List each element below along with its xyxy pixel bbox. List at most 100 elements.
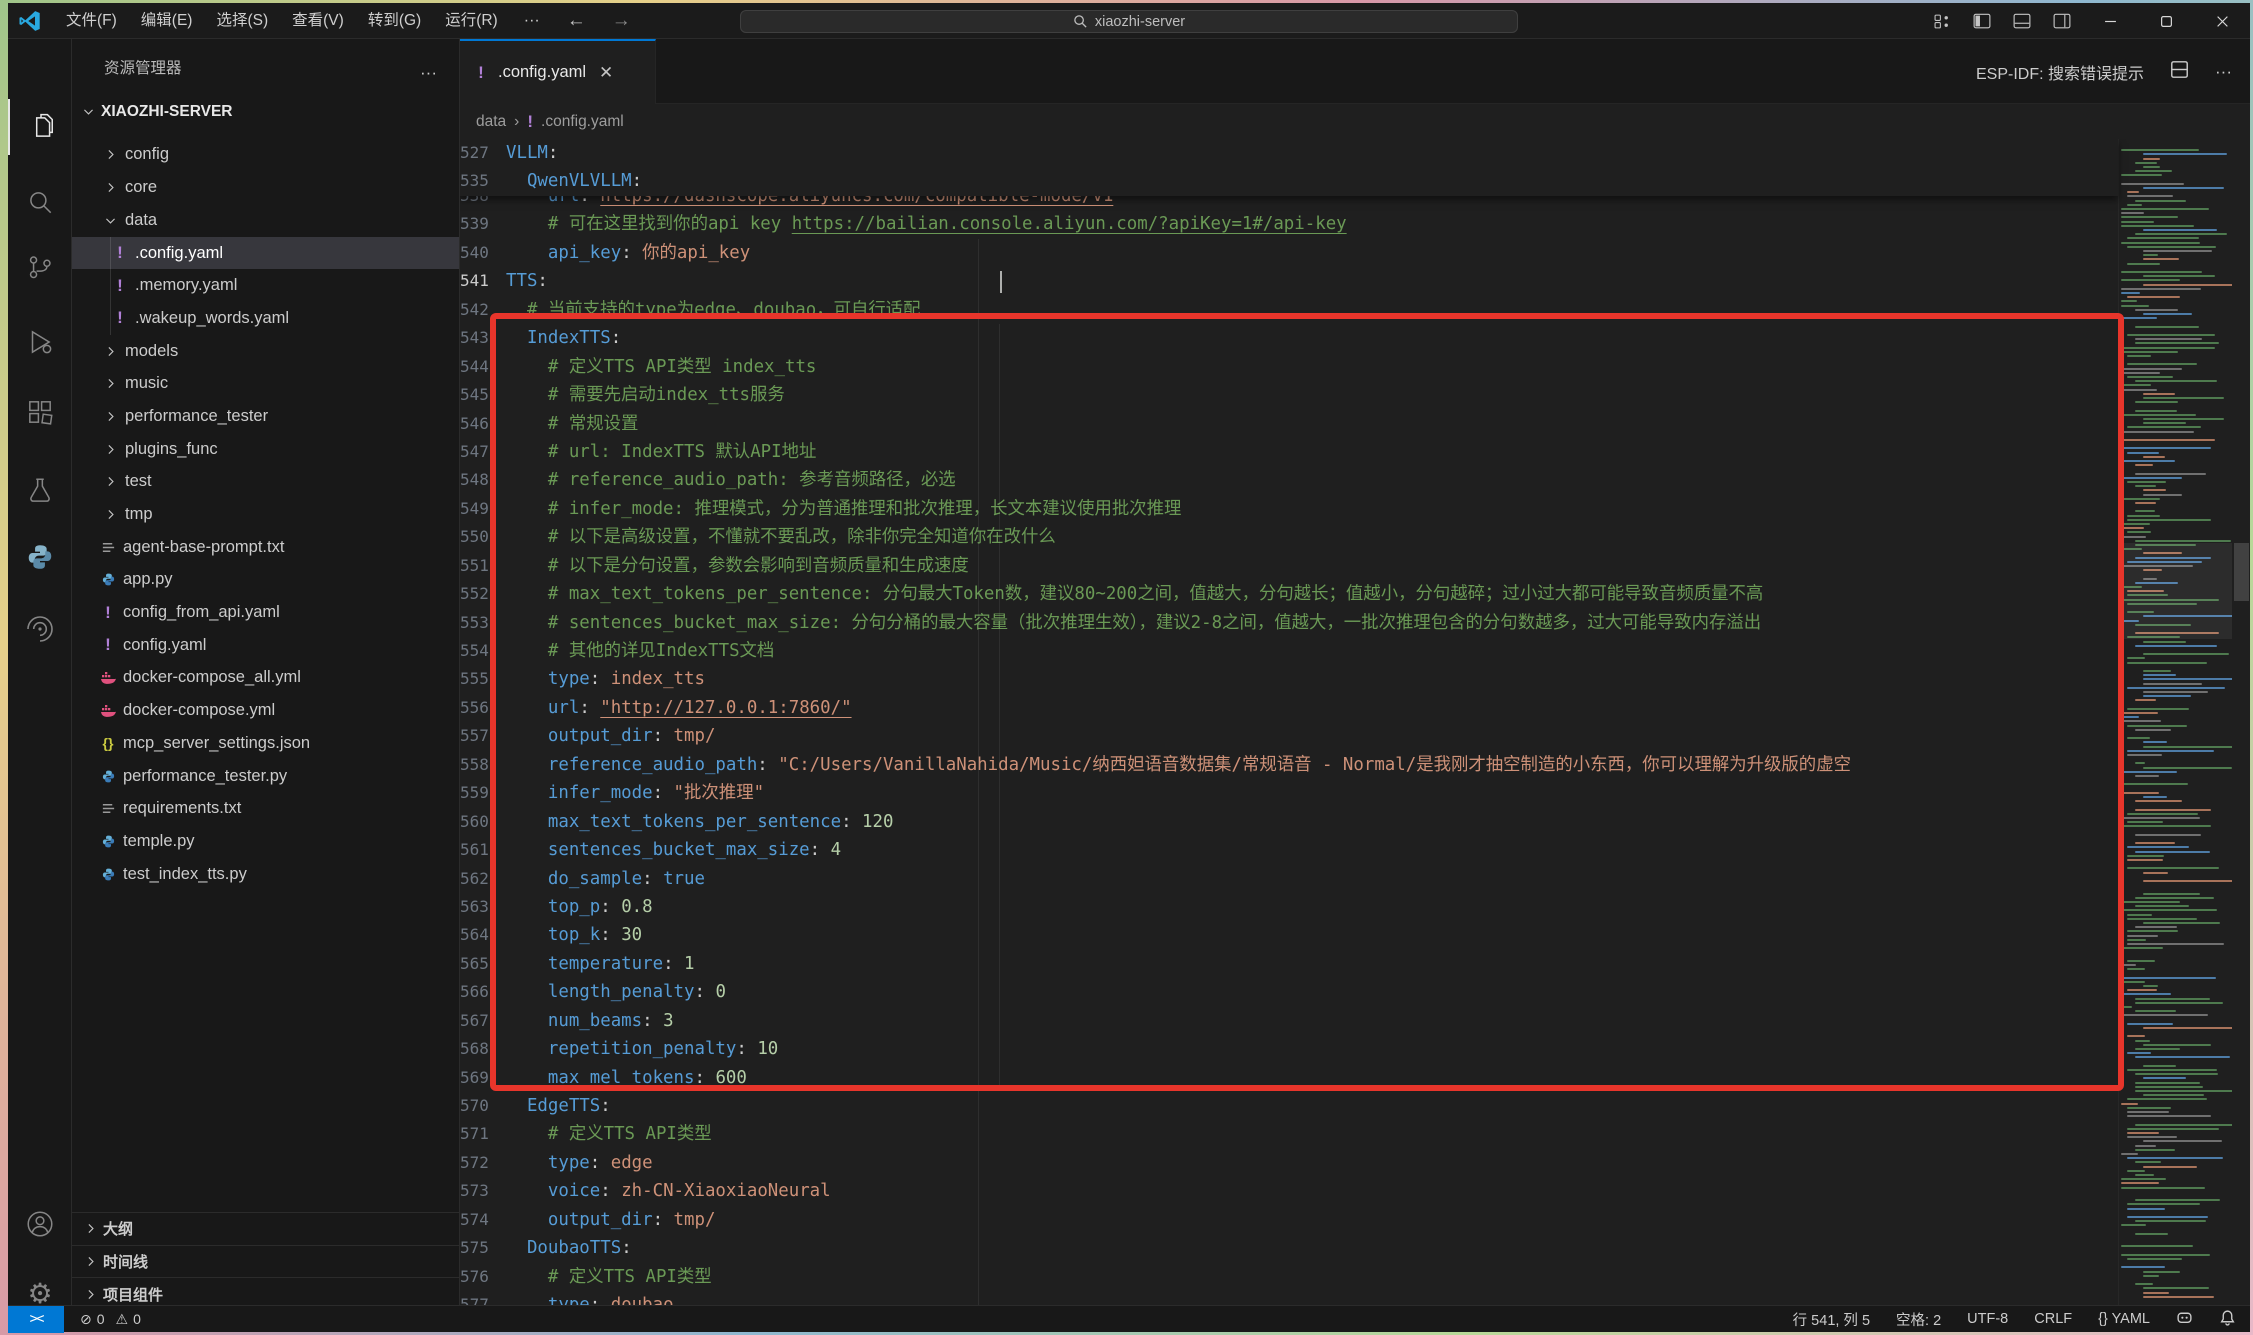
code-line-552: 552 # max_text_tokens_per_sentence: 分句最大… (460, 580, 2118, 608)
minimap-line (2121, 536, 2146, 538)
status-eol[interactable]: CRLF (2034, 1311, 2072, 1327)
explorer-icon[interactable] (8, 99, 72, 155)
tree-item-temple.py[interactable]: temple.py (72, 825, 459, 858)
minimize-button[interactable] (2082, 3, 2138, 39)
nav-back-icon[interactable]: ← (554, 4, 599, 38)
json-icon: {} (100, 735, 116, 751)
problems-status[interactable]: ⊘ 0 ⚠ 0 (80, 1311, 141, 1328)
esp-idf-action-button[interactable]: ESP-IDF: 搜索错误提示 (1976, 60, 2144, 84)
source-control-icon[interactable] (8, 239, 72, 295)
extensions-icon[interactable] (8, 384, 72, 440)
sidebar-section-大纲[interactable]: 大纲 (72, 1212, 459, 1245)
tree-item-requirements.txt[interactable]: requirements.txt (72, 792, 459, 825)
tree-item-.wakeup_words.yaml[interactable]: !.wakeup_words.yaml (72, 302, 459, 335)
minimap-line (2143, 683, 2202, 685)
toggle-primary-sidebar-icon[interactable] (1962, 3, 2002, 39)
command-center-search[interactable]: xiaozhi-server (740, 10, 1518, 33)
notifications-bell-icon[interactable] (2219, 1309, 2236, 1330)
close-window-button[interactable] (2194, 3, 2250, 39)
sidebar-root-folder[interactable]: XIAOZHI-SERVER (72, 95, 459, 128)
tree-item-test[interactable]: test (72, 465, 459, 498)
tree-item-config[interactable]: config (72, 139, 459, 172)
minimap-line (2127, 1216, 2208, 1218)
file-label: .config.yaml (135, 244, 223, 263)
status-encoding[interactable]: UTF-8 (1967, 1311, 2008, 1327)
nav-forward-icon[interactable]: → (599, 4, 644, 38)
minimap-line (2135, 897, 2214, 899)
minimap-line (2127, 515, 2160, 517)
minimap-line (2143, 695, 2191, 697)
tree-item-data[interactable]: data (72, 204, 459, 237)
menu-g[interactable]: 转到(G) (356, 3, 433, 39)
status-language-mode[interactable]: {} YAML (2098, 1311, 2150, 1327)
tree-item-docker-compose.yml[interactable]: docker-compose.yml (72, 694, 459, 727)
tree-item-music[interactable]: music (72, 367, 459, 400)
editor-scrollbar[interactable] (2232, 139, 2250, 1305)
tree-item-app.py[interactable]: app.py (72, 564, 459, 597)
tree-item-models[interactable]: models (72, 335, 459, 368)
minimap-line (2143, 422, 2186, 424)
tree-item-performance_tester.py[interactable]: performance_tester.py (72, 760, 459, 793)
minimap-line (2127, 943, 2224, 945)
tree-item-config.yaml[interactable]: !config.yaml (72, 629, 459, 662)
minimap-line (2127, 1115, 2211, 1117)
remote-indicator[interactable]: >< (8, 1306, 64, 1333)
customize-layout-icon[interactable] (1922, 3, 1962, 39)
minimap-slider[interactable] (2118, 543, 2232, 639)
code-line-527: 527VLLM: (460, 139, 2118, 167)
run-and-debug-icon[interactable] (8, 314, 72, 370)
menu-overflow-icon[interactable]: ··· (510, 4, 554, 38)
menu-f[interactable]: 文件(F) (54, 3, 129, 39)
menu-v[interactable]: 查看(V) (280, 3, 356, 39)
tree-item-.config.yaml[interactable]: !.config.yaml (72, 237, 459, 270)
tree-item-tmp[interactable]: tmp (72, 498, 459, 531)
tree-item-plugins_func[interactable]: plugins_func (72, 433, 459, 466)
minimap-line (2127, 1170, 2145, 1172)
esp-idf-icon[interactable] (8, 601, 72, 657)
tree-item-config_from_api.yaml[interactable]: !config_from_api.yaml (72, 596, 459, 629)
toggle-panel-icon[interactable] (2002, 3, 2042, 39)
tree-item-agent-base-prompt.txt[interactable]: agent-base-prompt.txt (72, 531, 459, 564)
code-line-540: 540 api_key: 你的api_key (460, 239, 2118, 267)
copilot-icon[interactable] (2176, 1309, 2193, 1330)
account-icon[interactable] (8, 1196, 72, 1252)
menu-s[interactable]: 选择(S) (204, 3, 280, 39)
sidebar-section-项目组件[interactable]: 项目组件 (72, 1277, 459, 1305)
menu-bar: 文件(F)编辑(E)选择(S)查看(V)转到(G)运行(R) (54, 3, 510, 39)
menu-e[interactable]: 编辑(E) (129, 3, 205, 39)
sidebar-section-时间线[interactable]: 时间线 (72, 1245, 459, 1278)
breadcrumb-folder[interactable]: data (476, 113, 506, 131)
minimap-line (2121, 993, 2171, 995)
maximize-button[interactable] (2138, 3, 2194, 39)
scrollbar-thumb[interactable] (2234, 543, 2249, 601)
code-line-564: 564 top_k: 30 (460, 921, 2118, 949)
python-icon[interactable] (8, 529, 72, 585)
search-sidebar-icon[interactable] (8, 174, 72, 230)
breadcrumb-file[interactable]: .config.yaml (541, 113, 624, 131)
sidebar-more-actions-icon[interactable]: ··· (420, 63, 437, 83)
code-editor[interactable]: 538 url: https://dashscope.aliyuncs.com/… (460, 139, 2250, 1305)
tree-item-mcp_server_settings.json[interactable]: {}mcp_server_settings.json (72, 727, 459, 760)
code-line-549: 549 # infer_mode: 推理模式，分为普通推理和批次推理，长文本建议… (460, 495, 2118, 523)
split-editor-icon[interactable] (2170, 60, 2189, 84)
tab-close-icon[interactable]: ✕ (599, 63, 613, 83)
toggle-secondary-sidebar-icon[interactable] (2042, 3, 2082, 39)
testing-flask-icon[interactable] (8, 463, 72, 519)
tree-item-.memory.yaml[interactable]: !.memory.yaml (72, 269, 459, 302)
editor-more-actions-icon[interactable]: ··· (2215, 62, 2232, 82)
minimap-line (2143, 691, 2208, 693)
status-line-col[interactable]: 行 541, 列 5 (1793, 1309, 1870, 1330)
status-indentation[interactable]: 空格: 2 (1896, 1309, 1941, 1330)
minimap-line (2121, 439, 2215, 441)
breadcrumb-separator-icon: › (514, 113, 519, 131)
tree-item-core[interactable]: core (72, 171, 459, 204)
tree-item-docker-compose_all.yml[interactable]: docker-compose_all.yml (72, 662, 459, 695)
tab-config-yaml[interactable]: ! .config.yaml ✕ (460, 39, 656, 104)
breadcrumb: data › ! .config.yaml (460, 104, 2250, 139)
tree-item-performance_tester[interactable]: performance_tester (72, 400, 459, 433)
menu-r[interactable]: 运行(R) (433, 3, 510, 39)
search-icon (1073, 14, 1088, 29)
tree-item-test_index_tts.py[interactable]: test_index_tts.py (72, 858, 459, 891)
warnings-icon: ⚠ (116, 1311, 129, 1328)
minimap[interactable] (2118, 139, 2232, 1305)
